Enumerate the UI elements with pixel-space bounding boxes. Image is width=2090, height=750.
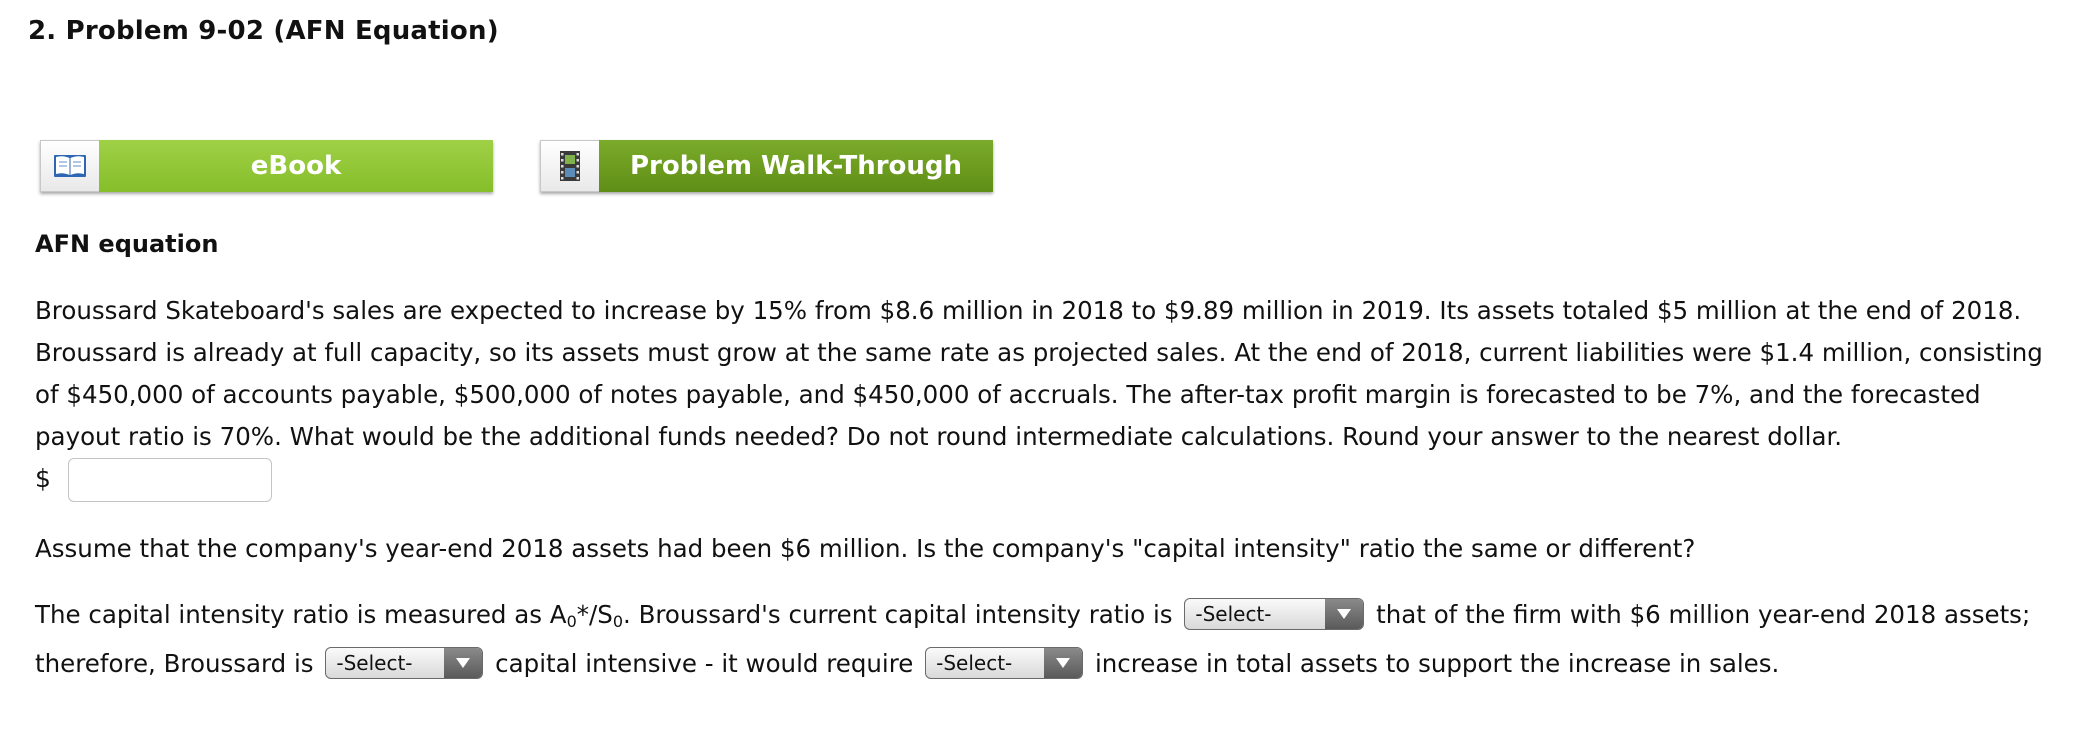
asset-increase-select-value: -Select- (936, 651, 1013, 675)
currency-symbol: $ (35, 464, 51, 493)
afn-answer-input[interactable] (68, 458, 272, 502)
ci-text-part3: . Broussard's current capital intensity … (623, 600, 1173, 629)
section-heading: AFN equation (35, 230, 219, 258)
ci-subscript-a: 0 (566, 612, 577, 631)
assumption-text: Assume that the company's year-end 2018 … (35, 534, 1696, 563)
ci-text-part6: increase in total assets to support the … (1094, 649, 1780, 678)
film-icon (540, 140, 599, 192)
ebook-button[interactable]: eBook (40, 140, 493, 192)
asset-increase-select[interactable]: -Select- (925, 647, 1084, 679)
capital-intensity-question: The capital intensity ratio is measured … (35, 594, 2065, 685)
ci-text-part5: capital intensive - it would require (495, 649, 914, 678)
dropdown-arrow-icon[interactable] (1325, 599, 1364, 629)
ci-text-part1: The capital intensity ratio is measured … (35, 600, 567, 629)
comparison-select[interactable]: -Select- (1184, 598, 1365, 630)
dropdown-arrow-icon[interactable] (444, 648, 483, 678)
ebook-label: eBook (99, 140, 493, 192)
problem-walkthrough-label: Problem Walk-Through (599, 140, 993, 192)
ci-text-part2: */S (576, 600, 613, 629)
comparison-select-value: -Select- (1195, 602, 1272, 626)
dropdown-arrow-icon[interactable] (1044, 648, 1083, 678)
ci-subscript-s: 0 (612, 612, 624, 631)
problem-title: 2. Problem 9-02 (AFN Equation) (28, 16, 499, 46)
problem-walkthrough-button[interactable]: Problem Walk-Through (540, 140, 993, 192)
book-icon (40, 140, 99, 192)
question-text: Broussard Skateboard's sales are expecte… (35, 296, 2043, 451)
intensity-select[interactable]: -Select- (325, 647, 484, 679)
intensity-select-value: -Select- (336, 651, 413, 675)
